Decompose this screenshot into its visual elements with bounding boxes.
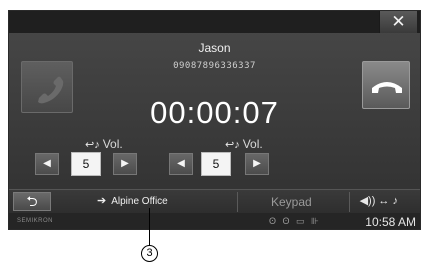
top-bar: ✕ [9, 11, 420, 33]
contact-name: Jason [198, 41, 231, 55]
close-icon: ✕ [391, 12, 406, 31]
left-volume-label: ↩♪ Vol. [85, 137, 123, 151]
triangle-right-icon: ▶ [121, 158, 129, 169]
right-volume-value: 5 [201, 152, 231, 176]
speaker-transfer-icon: ◀)) ↔ ♪ [359, 195, 398, 207]
right-volume-label: ↩♪ Vol. [225, 137, 263, 151]
ringtone-volume-icon: ↩♪ [85, 139, 100, 151]
call-timer: 00:00:07 [150, 95, 279, 130]
forward-arrow-icon: ➔ [97, 195, 107, 207]
bluetooth-status-icons: ʘ ʘ ▭ ⊪ [269, 216, 321, 226]
call-volume-icon: ↩♪ [225, 139, 240, 151]
triangle-left-icon: ◀ [177, 158, 185, 169]
callout-number: 3 [141, 245, 158, 262]
left-volume-value: 5 [71, 152, 101, 176]
divider [349, 192, 350, 212]
back-button[interactable]: ⮌ [13, 192, 51, 211]
right-volume-increase-button[interactable]: ▶ [245, 153, 269, 175]
left-volume-increase-button[interactable]: ▶ [113, 153, 137, 175]
triangle-right-icon: ▶ [253, 158, 261, 169]
keypad-button[interactable]: Keypad [271, 195, 312, 209]
device-name: Alpine Office [111, 196, 168, 207]
phone-call-screen: ✕ Jason 09087896336337 00:00:07 ↩♪ Vol. ◀… [8, 10, 421, 230]
callout-leader-line [149, 208, 150, 248]
triangle-left-icon: ◀ [43, 158, 51, 169]
bottom-button-bar: ⮌ ➔ Alpine Office Keypad ◀)) ↔ ♪ [9, 189, 420, 213]
right-volume-decrease-button[interactable]: ◀ [169, 153, 193, 175]
divider [237, 192, 238, 212]
left-volume-decrease-button[interactable]: ◀ [35, 153, 59, 175]
back-arrow-icon: ⮌ [26, 193, 38, 209]
status-bar: SEMIKRON ʘ ʘ ▭ ⊪ 10:58 AM [9, 213, 420, 229]
audio-transfer-button[interactable]: ◀)) ↔ ♪ [360, 194, 398, 207]
close-button[interactable]: ✕ [379, 11, 417, 33]
switch-device-button[interactable]: ➔ Alpine Office [97, 194, 168, 207]
brand-logo: SEMIKRON [17, 218, 54, 224]
clock: 10:58 AM [365, 215, 416, 229]
